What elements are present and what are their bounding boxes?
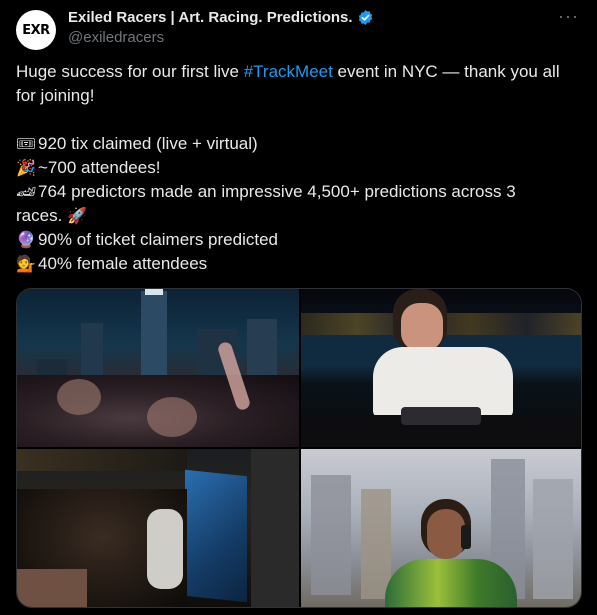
avatar[interactable]: EXR xyxy=(16,10,56,50)
building-shape xyxy=(81,323,103,383)
display-screen xyxy=(185,469,247,603)
person-foreground xyxy=(17,569,87,607)
more-options-icon[interactable]: ··· xyxy=(558,6,579,27)
tweet-intro-line-1: Huge success for our first live #TrackMe… xyxy=(16,60,576,84)
intro-text-after: event in NYC — thank you all xyxy=(332,62,560,81)
intro-text-before: Huge success for our first live xyxy=(16,62,244,81)
name-row: Exiled Racers | Art. Racing. Predictions… xyxy=(68,9,374,26)
concrete-wall xyxy=(251,449,299,607)
stat-text: 40% female attendees xyxy=(38,254,208,273)
party-popper-icon: 🎉 xyxy=(16,158,36,177)
building-blur xyxy=(311,475,351,595)
stat-attendees: 🎉 ~700 attendees! xyxy=(16,156,576,180)
building-blur xyxy=(361,489,391,599)
dj-controller xyxy=(401,407,481,425)
tweet-header: EXR Exiled Racers | Art. Racing. Predict… xyxy=(16,6,583,50)
tweet-intro-line-2: for joining! xyxy=(16,86,95,105)
rooftop-crowd-skyline-photo[interactable] xyxy=(17,289,299,447)
dj-face xyxy=(401,303,443,351)
hashtag-link[interactable]: #TrackMeet xyxy=(244,62,333,81)
stat-text: 90% of ticket claimers predicted xyxy=(38,230,278,249)
woman-face xyxy=(427,509,465,559)
stat-female: 💁 40% female attendees xyxy=(16,252,576,276)
user-handle[interactable]: @exiledracers xyxy=(68,29,164,46)
racing-car-icon: 🏎 xyxy=(16,182,37,201)
face-blur xyxy=(147,397,197,437)
woman-tipping-hand-icon: 💁 xyxy=(16,254,36,273)
display-name[interactable]: Exiled Racers | Art. Racing. Predictions… xyxy=(68,9,353,26)
stat-predicted: 🔮 90% of ticket claimers predicted xyxy=(16,228,576,252)
stat-text: ~700 attendees! xyxy=(38,158,161,177)
face-blur xyxy=(57,379,101,415)
media-grid xyxy=(16,288,582,608)
tower-top-light xyxy=(145,289,163,295)
dj-skyline-photo[interactable] xyxy=(301,289,581,447)
tweet-text: Huge success for our first live #TrackMe… xyxy=(16,60,576,276)
ceiling-lights xyxy=(17,449,187,471)
stat-text: 920 tix claimed (live + virtual) xyxy=(38,134,258,153)
stat-predictors: 🏎764 predictors made an impressive 4,500… xyxy=(16,180,576,204)
ticket-icon: 🎟 xyxy=(16,134,37,153)
building-blur xyxy=(533,479,573,599)
skyscraper-shape xyxy=(141,291,167,381)
avatar-logo-text: EXR xyxy=(22,22,50,38)
person-white-shirt xyxy=(147,509,183,589)
phone xyxy=(461,525,471,549)
stat-races: races. 🚀 xyxy=(16,204,576,228)
woman-phone-skyline-photo[interactable] xyxy=(301,449,581,607)
crystal-ball-icon: 🔮 xyxy=(16,230,36,249)
stat-text: 764 predictors made an impressive 4,500+… xyxy=(38,182,516,201)
stat-tickets: 🎟920 tix claimed (live + virtual) xyxy=(16,132,576,156)
verified-badge-icon[interactable] xyxy=(357,9,374,26)
indoor-crowd-screen-photo[interactable] xyxy=(17,449,299,607)
woman-green-top xyxy=(385,559,517,607)
stat-text: races. xyxy=(16,206,68,225)
rocket-icon: 🚀 xyxy=(67,206,87,225)
